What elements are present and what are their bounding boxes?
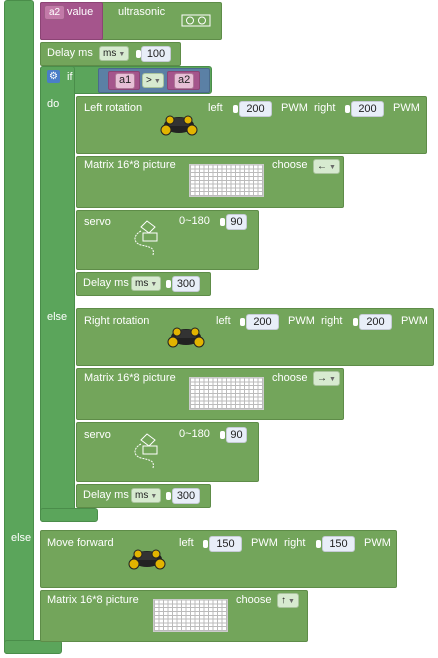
outer-if-block[interactable] (4, 0, 34, 654)
inner-if-spine (40, 66, 75, 522)
move-right-nub (316, 540, 321, 548)
matrix-choice-3: ↑ (281, 595, 286, 606)
value-label: value (67, 6, 94, 18)
matrix-choose-dropdown-2[interactable]: → ▼ (313, 371, 340, 386)
matrix-choose-dropdown-3[interactable]: ↑ ▼ (277, 593, 299, 608)
matrix-choose-dropdown-1[interactable]: ← ▼ (313, 159, 340, 174)
matrix-label-3: Matrix 16*8 picture (47, 594, 139, 606)
left-rotation-right-label: right (314, 102, 336, 114)
move-left-input[interactable]: 150 (209, 536, 242, 552)
servo-label-1: servo (84, 216, 111, 228)
robot-car-icon (167, 327, 205, 348)
right-rotation-right-input[interactable]: 200 (359, 314, 392, 330)
right-rotation-label: Right rotation (84, 315, 150, 327)
matrix-label-2: Matrix 16*8 picture (84, 372, 176, 384)
if-label: if (67, 71, 73, 83)
left-var-dropdown[interactable]: a1 (115, 73, 136, 89)
robot-car-icon (160, 115, 198, 136)
delay-top-value-input[interactable]: 100 (141, 46, 171, 62)
servo-icon (134, 220, 158, 256)
matrix-label-1: Matrix 16*8 picture (84, 159, 176, 171)
servo-label-2: servo (84, 429, 111, 441)
right-rotation-left-input[interactable]: 200 (246, 314, 279, 330)
left-rotation-left-unit: PWM (281, 102, 308, 114)
left-rotation-right-unit: PWM (393, 102, 420, 114)
delay-top-unit-dropdown[interactable]: ms ▼ (99, 46, 130, 61)
ultrasonic-label: ultrasonic (118, 6, 166, 18)
operator-value: > (146, 75, 152, 86)
inner-if-footer (40, 508, 98, 522)
delay-unit-2: ms (135, 490, 149, 501)
right-rotation-left-unit: PWM (288, 315, 315, 327)
matrix-preview-1 (189, 164, 264, 197)
servo-icon (134, 433, 158, 469)
matrix-choose-label-2: choose (272, 372, 308, 384)
else-label: else (47, 311, 68, 323)
left-rotation-right-nub (345, 105, 350, 113)
outer-else-footer (4, 640, 62, 654)
delay-unit-dropdown-1[interactable]: ms ▼ (131, 276, 162, 291)
delay-input-2[interactable]: 300 (172, 488, 200, 504)
move-forward-label: Move forward (47, 537, 114, 549)
delay-input-nub-2 (166, 492, 171, 500)
servo-input-2[interactable]: 90 (226, 427, 247, 443)
matrix-choice-1: ← (317, 161, 327, 172)
right-rotation-right-nub (353, 318, 358, 326)
left-rotation-left-input[interactable]: 200 (239, 101, 272, 117)
servo-input-1[interactable]: 90 (226, 214, 247, 230)
delay-label-2: Delay ms (83, 489, 129, 501)
delay-input-1[interactable]: 300 (172, 276, 200, 292)
matrix-choose-label-3: choose (236, 594, 272, 606)
servo-range-label-2: 0~180 (179, 428, 210, 440)
right-rotation-left-label: left (216, 315, 231, 327)
matrix-choice-2: → (317, 373, 327, 384)
servo-input-nub-1 (220, 218, 225, 226)
gear-icon[interactable]: ⚙ (47, 70, 60, 83)
matrix-preview-2 (189, 377, 264, 410)
operator-dropdown[interactable]: > ▼ (142, 73, 164, 88)
robot-car-icon (128, 549, 166, 570)
right-rotation-right-label: right (321, 315, 343, 327)
delay-input-nub-1 (166, 280, 171, 288)
delay-top-unit: ms (103, 48, 117, 59)
move-right-unit: PWM (364, 537, 391, 549)
matrix-choose-label-1: choose (272, 159, 308, 171)
right-var-dropdown[interactable]: a2 (174, 73, 195, 89)
servo-input-nub-2 (220, 431, 225, 439)
left-rotation-left-nub (233, 105, 238, 113)
right-rotation-right-unit: PWM (401, 315, 428, 327)
delay-unit-1: ms (135, 278, 149, 289)
move-left-unit: PWM (251, 537, 278, 549)
outer-else-label: else (11, 532, 32, 544)
move-right-input[interactable]: 150 (322, 536, 355, 552)
left-rotation-label: Left rotation (84, 102, 143, 114)
right-rotation-left-nub (240, 318, 245, 326)
do-label: do (47, 98, 60, 110)
servo-range-label-1: 0~180 (179, 215, 210, 227)
move-left-nub (203, 540, 208, 548)
left-rotation-left-label: left (208, 102, 223, 114)
delay-label-1: Delay ms (83, 277, 129, 289)
left-rotation-right-input[interactable]: 200 (351, 101, 384, 117)
move-right-label: right (284, 537, 306, 549)
value-var-dropdown[interactable]: a2 (44, 5, 66, 20)
ultrasonic-sensor-icon (181, 14, 211, 27)
delay-unit-dropdown-2[interactable]: ms ▼ (131, 488, 162, 503)
move-left-label: left (179, 537, 194, 549)
delay-top-label: Delay ms (47, 47, 93, 59)
matrix-preview-3 (153, 599, 228, 632)
